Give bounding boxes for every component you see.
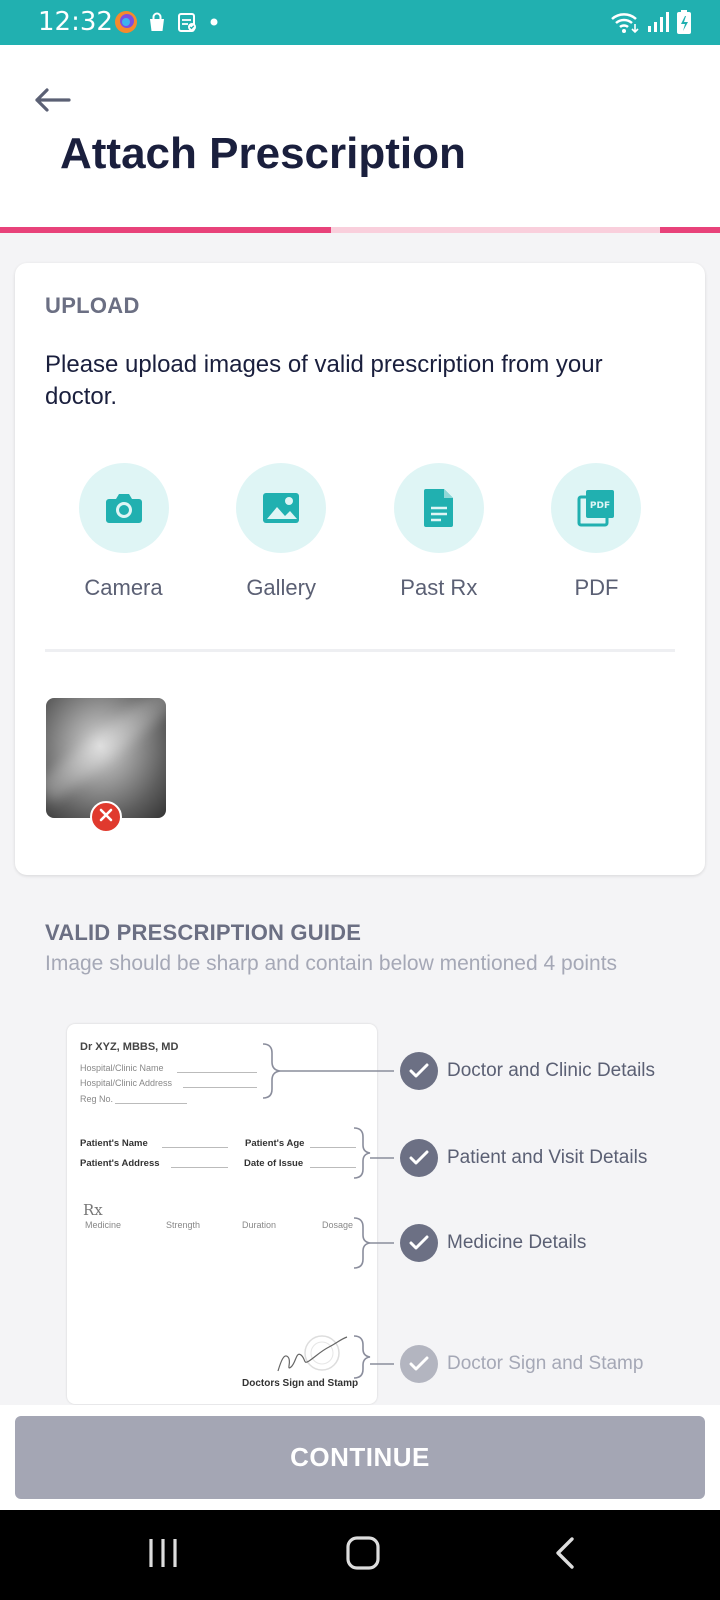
guide-item-label: Medicine Details xyxy=(447,1232,587,1253)
guide-item-label: Patient and Visit Details xyxy=(447,1147,648,1168)
check-icon xyxy=(400,1139,438,1177)
guide-item-medicine-details: Medicine Details xyxy=(400,1224,586,1262)
guide-connector-lines xyxy=(262,1043,394,1379)
guide-item-doctor-details: Doctor and Clinic Details xyxy=(400,1052,655,1090)
recent-apps-icon xyxy=(146,1537,180,1574)
home-icon xyxy=(345,1535,381,1576)
system-nav-bar xyxy=(0,1510,720,1600)
home-button[interactable] xyxy=(333,1532,393,1578)
check-icon xyxy=(400,1052,438,1090)
guide-item-label: Doctor and Clinic Details xyxy=(447,1060,656,1081)
recent-apps-button[interactable] xyxy=(133,1532,193,1578)
bottom-action-area: CONTINUE xyxy=(0,1405,720,1510)
guide-item-sign-stamp: Doctor Sign and Stamp xyxy=(400,1345,643,1383)
guide-item-patient-details: Patient and Visit Details xyxy=(400,1139,647,1177)
nav-back-button[interactable] xyxy=(535,1532,595,1578)
back-icon xyxy=(553,1536,577,1575)
check-icon xyxy=(400,1224,438,1262)
guide-item-label: Doctor Sign and Stamp xyxy=(447,1353,644,1374)
continue-button[interactable]: CONTINUE xyxy=(15,1416,705,1499)
check-icon xyxy=(400,1345,438,1383)
